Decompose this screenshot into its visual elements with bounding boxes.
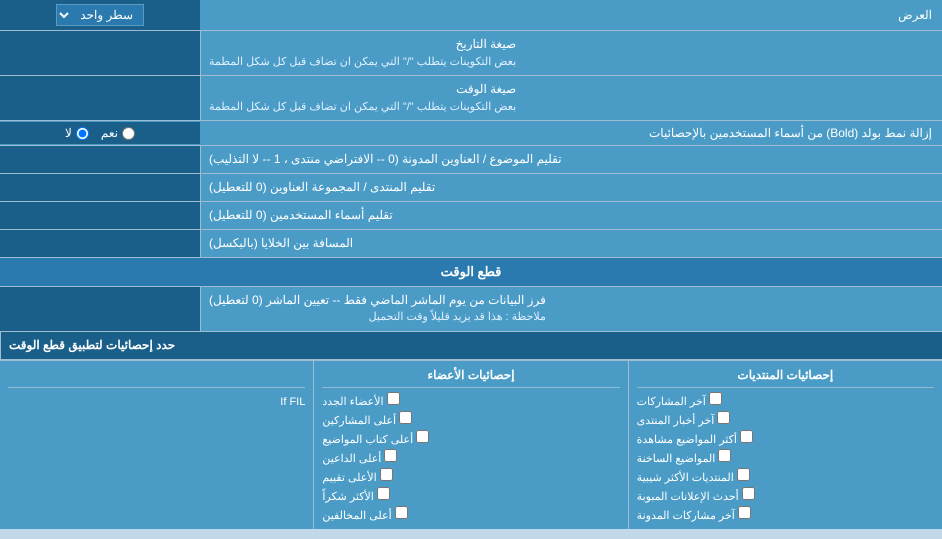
space-count-input[interactable]: 2: [6, 236, 194, 250]
cb-blog-posts[interactable]: [738, 506, 751, 519]
bold-radio-yes[interactable]: [122, 127, 135, 140]
forum-count-input[interactable]: 33: [6, 181, 194, 195]
col3-label: If FIL: [8, 392, 305, 412]
forum-count-label: تقليم المنتدى / المجموعة العناوين (0 للت…: [200, 174, 942, 201]
time-format-row: صيغة الوقت بعض التكوينات يتطلب "/" التي …: [0, 76, 942, 121]
topic-count-input-cell: 33: [0, 146, 200, 173]
cb-top-callers[interactable]: [384, 449, 397, 462]
stats-limit-label: حدد إحصائيات لتطبيق قطع الوقت: [0, 332, 942, 359]
bold-option-no[interactable]: لا: [65, 126, 89, 140]
checkbox-item: الأكثر شكراً: [322, 487, 619, 503]
checkbox-item: أعلى المشاركين: [322, 411, 619, 427]
col3-header: [8, 365, 305, 388]
bold-options-cell: نعم لا: [0, 122, 200, 144]
display-row: العرض سطر واحدسطرينثلاثة أسطر: [0, 0, 942, 31]
username-count-input-cell: 0: [0, 202, 200, 229]
forum-count-row: تقليم المنتدى / المجموعة العناوين (0 للت…: [0, 174, 942, 202]
filter-label: فرز البيانات من يوم الماشر الماضي فقط --…: [200, 287, 942, 331]
topic-count-input[interactable]: 33: [6, 153, 194, 167]
bold-option-yes[interactable]: نعم: [101, 126, 135, 140]
cb-top-posters[interactable]: [399, 411, 412, 424]
display-select[interactable]: سطر واحدسطرينثلاثة أسطر: [56, 4, 144, 26]
checkbox-item: الأعلى تقييم: [322, 468, 619, 484]
date-format-input-cell: d-m: [0, 31, 200, 75]
topic-count-row: تقليم الموضوع / العناوين المدونة (0 -- ا…: [0, 146, 942, 174]
checkbox-section: إحصائيات المنتديات آخر المشاركات آخر أخب…: [0, 360, 942, 529]
date-format-input[interactable]: d-m: [6, 46, 194, 60]
col2-header: إحصائيات الأعضاء: [322, 365, 619, 388]
cb-last-posts[interactable]: [709, 392, 722, 405]
time-format-input-cell: H:i: [0, 76, 200, 120]
bold-label: إزالة نمط بولد (Bold) من أسماء المستخدمي…: [200, 121, 942, 145]
date-format-row: صيغة التاريخ بعض التكوينات يتطلب "/" الت…: [0, 31, 942, 76]
bold-radio-no[interactable]: [76, 127, 89, 140]
space-count-input-cell: 2: [0, 230, 200, 257]
checkbox-col-extra: If FIL: [0, 361, 313, 529]
cb-popular-forums[interactable]: [737, 468, 750, 481]
bold-row: إزالة نمط بولد (Bold) من أسماء المستخدمي…: [0, 121, 942, 146]
checkbox-item: أحدث الإعلانات المبوبة: [637, 487, 934, 503]
checkbox-item: أعلى الداعين: [322, 449, 619, 465]
checkbox-item: الأعضاء الجدد: [322, 392, 619, 408]
topic-count-label: تقليم الموضوع / العناوين المدونة (0 -- ا…: [200, 146, 942, 173]
time-format-input[interactable]: H:i: [6, 91, 194, 105]
checkbox-col-forums: إحصائيات المنتديات آخر المشاركات آخر أخب…: [628, 361, 942, 529]
cb-top-rated[interactable]: [380, 468, 393, 481]
checkbox-item: المواضيع الساخنة: [637, 449, 934, 465]
checkbox-item: آخر مشاركات المدونة: [637, 506, 934, 522]
cb-hot-topics[interactable]: [718, 449, 731, 462]
time-format-label: صيغة الوقت بعض التكوينات يتطلب "/" التي …: [200, 76, 942, 120]
space-count-label: المسافة بين الخلايا (بالبكسل): [200, 230, 942, 257]
checkbox-grid: إحصائيات المنتديات آخر المشاركات آخر أخب…: [0, 361, 942, 529]
stats-limit-row: حدد إحصائيات لتطبيق قطع الوقت: [0, 332, 942, 360]
cb-top-writers[interactable]: [416, 430, 429, 443]
username-count-input[interactable]: 0: [6, 208, 194, 222]
checkbox-item: أكثر المواضيع مشاهدة: [637, 430, 934, 446]
time-cutoff-header: قطع الوقت: [0, 258, 942, 287]
display-select-cell: سطر واحدسطرينثلاثة أسطر: [0, 0, 200, 30]
checkbox-item: أعلى المخالفين: [322, 506, 619, 522]
forum-count-input-cell: 33: [0, 174, 200, 201]
display-label: العرض: [200, 3, 942, 27]
filter-input[interactable]: 0: [6, 302, 194, 316]
date-format-label: صيغة التاريخ بعض التكوينات يتطلب "/" الت…: [200, 31, 942, 75]
username-count-row: تقليم أسماء المستخدمين (0 للتعطيل) 0: [0, 202, 942, 230]
checkbox-item: أعلى كتاب المواضيع: [322, 430, 619, 446]
username-count-label: تقليم أسماء المستخدمين (0 للتعطيل): [200, 202, 942, 229]
col1-header: إحصائيات المنتديات: [637, 365, 934, 388]
cb-top-violations[interactable]: [395, 506, 408, 519]
filter-row: فرز البيانات من يوم الماشر الماضي فقط --…: [0, 287, 942, 332]
checkbox-col-members: إحصائيات الأعضاء الأعضاء الجدد أعلى المش…: [313, 361, 627, 529]
filter-input-cell: 0: [0, 287, 200, 331]
cb-most-thanked[interactable]: [377, 487, 390, 500]
space-count-row: المسافة بين الخلايا (بالبكسل) 2: [0, 230, 942, 258]
checkbox-item: آخر المشاركات: [637, 392, 934, 408]
cb-classified-ads[interactable]: [742, 487, 755, 500]
cb-forum-news[interactable]: [717, 411, 730, 424]
checkbox-item: المنتديات الأكثر شيبية: [637, 468, 934, 484]
checkbox-item: آخر أخبار المنتدى: [637, 411, 934, 427]
cb-new-members[interactable]: [387, 392, 400, 405]
cb-most-viewed[interactable]: [740, 430, 753, 443]
